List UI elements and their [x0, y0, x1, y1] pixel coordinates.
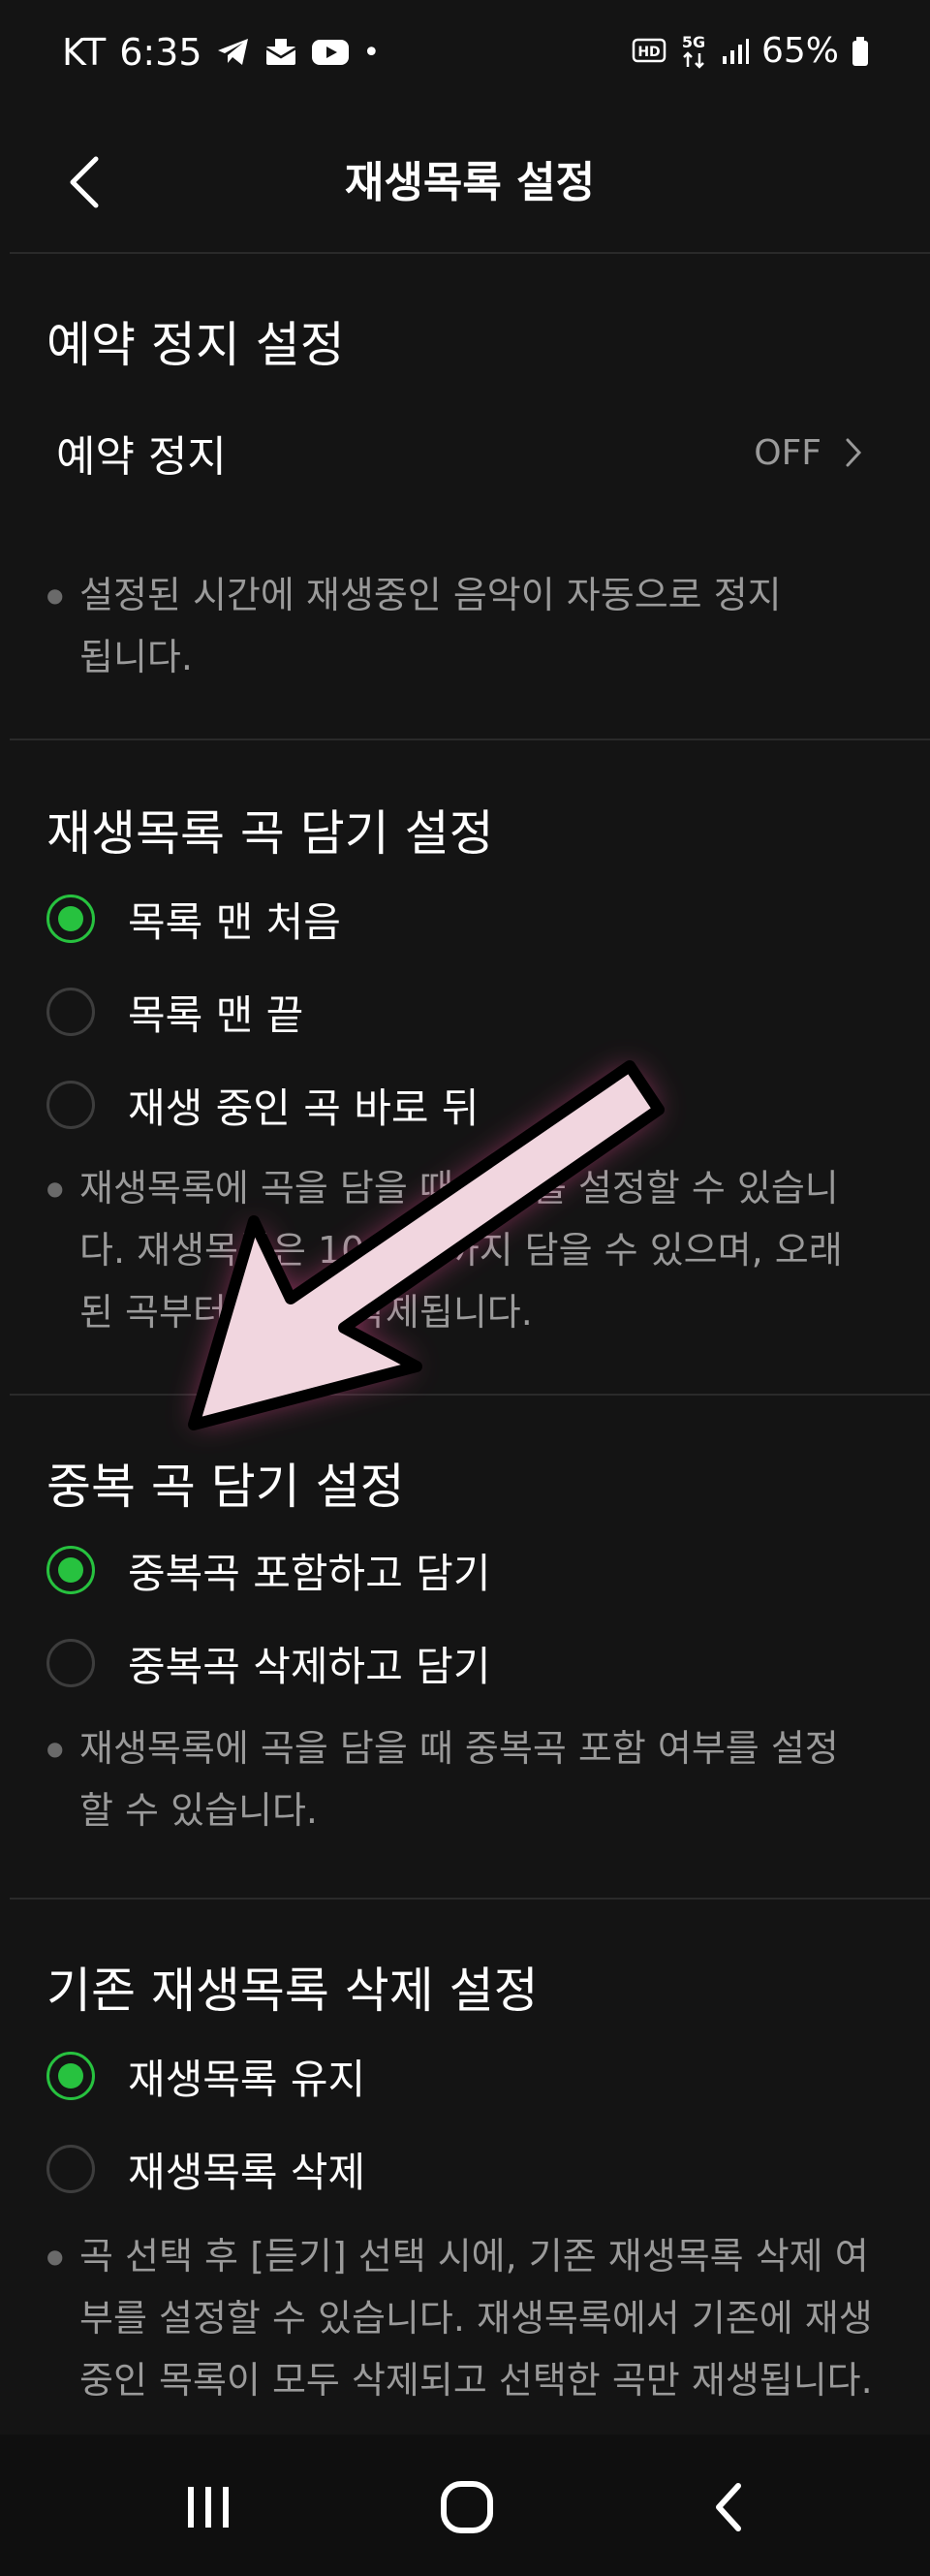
- status-right: HD 5G 65%: [632, 31, 870, 71]
- phone-screen: KT 6:35 • HD 5G 65% 재생목록 설정 예약 정지 설정 예약 …: [0, 0, 930, 2576]
- bullet-icon: ●: [46, 1737, 64, 1760]
- duplicate-note: ● 재생목록에 곡을 담을 때 중복곡 포함 여부를 설정할 수 있습니다.: [46, 1717, 889, 1841]
- radio-unselected-icon[interactable]: [46, 1081, 95, 1129]
- radio-selected-icon[interactable]: [46, 1546, 95, 1594]
- bullet-icon: ●: [46, 2245, 64, 2268]
- radio-label: 목록 맨 처음: [128, 897, 341, 946]
- youtube-icon: [311, 38, 350, 67]
- carrier-label: KT: [62, 31, 107, 74]
- add-position-section: 재생목록 곡 담기 설정 목록 맨 처음 목록 맨 끝 재생 중인 곡 바로 뒤…: [10, 740, 930, 1396]
- battery-percent: 65%: [760, 31, 839, 71]
- section-title: 기존 재생목록 삭제 설정: [46, 1963, 539, 2019]
- chevron-right-icon: [846, 438, 862, 467]
- hd-voice-icon: HD: [632, 37, 666, 66]
- sleep-timer-value: OFF: [754, 432, 822, 473]
- hd-text: HD: [637, 45, 660, 60]
- home-icon: [441, 2481, 493, 2533]
- bullet-icon: ●: [46, 583, 64, 607]
- radio-label: 재생목록 유지: [128, 2055, 366, 2103]
- add-position-options: 목록 맨 처음 목록 맨 끝 재생 중인 곡 바로 뒤: [46, 872, 480, 1151]
- settings-content[interactable]: 예약 정지 설정 예약 정지 OFF ● 설정된 시간에 재생중인 음악이 자동…: [10, 254, 930, 2435]
- system-back-button[interactable]: [680, 2464, 777, 2551]
- section-title: 재생목록 곡 담기 설정: [46, 805, 494, 862]
- page-title: 재생목록 설정: [344, 158, 596, 207]
- sleep-timer-note: ● 설정된 시간에 재생중인 음악이 자동으로 정지됩니다.: [46, 564, 831, 688]
- bullet-icon: ●: [46, 1177, 64, 1200]
- clock: 6:35: [119, 31, 202, 74]
- delete-existing-section: 기존 재생목록 삭제 설정 재생목록 유지 재생목록 삭제 ● 곡 선택 후 […: [10, 1900, 930, 2435]
- radio-unselected-icon[interactable]: [46, 988, 95, 1036]
- notification-dot: •: [362, 35, 381, 70]
- section-title: 예약 정지 설정: [46, 317, 345, 373]
- network-type: 5G: [682, 33, 705, 51]
- note-text: 설정된 시간에 재생중인 음악이 자동으로 정지됩니다.: [79, 574, 782, 678]
- note-text: 재생목록에 곡을 담을 때 중복곡 포함 여부를 설정할 수 있습니다.: [79, 1727, 839, 1832]
- signal-icon: [721, 37, 750, 66]
- add-position-note: ● 재생목록에 곡을 담을 때 위치를 설정할 수 있습니다. 재생목록은 10…: [46, 1157, 918, 1343]
- recent-apps-icon: [188, 2487, 229, 2528]
- radio-option-remove-duplicates[interactable]: 중복곡 삭제하고 담기: [46, 1617, 490, 1710]
- radio-option-last[interactable]: 목록 맨 끝: [46, 965, 480, 1058]
- app-header: 재생목록 설정: [10, 109, 930, 254]
- duplicate-section: 중복 곡 담기 설정 중복곡 포함하고 담기 중복곡 삭제하고 담기 ● 재생목…: [10, 1396, 930, 1900]
- home-button[interactable]: [418, 2464, 515, 2551]
- sleep-timer-row[interactable]: 예약 정지 OFF: [56, 419, 930, 487]
- status-bar: KT 6:35 • HD 5G 65%: [0, 0, 930, 109]
- status-left: KT 6:35 •: [62, 31, 380, 74]
- section-title: 중복 곡 담기 설정: [46, 1459, 405, 1515]
- radio-unselected-icon[interactable]: [46, 1639, 95, 1687]
- radio-label: 재생 중인 곡 바로 뒤: [128, 1084, 480, 1132]
- 5g-icon: 5G: [678, 32, 709, 71]
- radio-option-keep-playlist[interactable]: 재생목록 유지: [46, 2029, 365, 2122]
- mail-icon: [264, 38, 297, 67]
- sleep-timer-section: 예약 정지 설정 예약 정지 OFF ● 설정된 시간에 재생중인 음악이 자동…: [10, 254, 930, 740]
- delete-existing-options: 재생목록 유지 재생목록 삭제: [46, 2029, 365, 2215]
- duplicate-options: 중복곡 포함하고 담기 중복곡 삭제하고 담기: [46, 1524, 490, 1710]
- radio-label: 중복곡 포함하고 담기: [128, 1549, 491, 1597]
- radio-label: 재생목록 삭제: [128, 2148, 366, 2196]
- radio-label: 목록 맨 끝: [128, 990, 304, 1039]
- delete-existing-note: ● 곡 선택 후 [듣기] 선택 시에, 기존 재생목록 삭제 여부를 설정할 …: [46, 2225, 930, 2411]
- note-text: 곡 선택 후 [듣기] 선택 시에, 기존 재생목록 삭제 여부를 설정할 수 …: [79, 2235, 873, 2402]
- battery-icon: [851, 36, 870, 67]
- note-text: 재생목록에 곡을 담을 때 위치를 설정할 수 있습니다. 재생목록은 1000…: [79, 1167, 843, 1334]
- sleep-timer-value-wrap: OFF: [754, 433, 930, 473]
- recent-apps-button[interactable]: [160, 2464, 257, 2551]
- radio-selected-icon[interactable]: [46, 895, 95, 943]
- radio-option-first[interactable]: 목록 맨 처음: [46, 872, 480, 965]
- radio-unselected-icon[interactable]: [46, 2145, 95, 2193]
- radio-selected-icon[interactable]: [46, 2052, 95, 2100]
- system-nav-bar: [0, 2435, 930, 2576]
- sleep-timer-label: 예약 정지: [56, 432, 227, 482]
- radio-label: 중복곡 삭제하고 담기: [128, 1642, 491, 1690]
- radio-option-delete-playlist[interactable]: 재생목록 삭제: [46, 2122, 365, 2215]
- telegram-icon: [216, 37, 251, 68]
- radio-option-after-current[interactable]: 재생 중인 곡 바로 뒤: [46, 1058, 480, 1151]
- back-icon: [716, 2483, 741, 2531]
- radio-option-include-duplicates[interactable]: 중복곡 포함하고 담기: [46, 1524, 490, 1617]
